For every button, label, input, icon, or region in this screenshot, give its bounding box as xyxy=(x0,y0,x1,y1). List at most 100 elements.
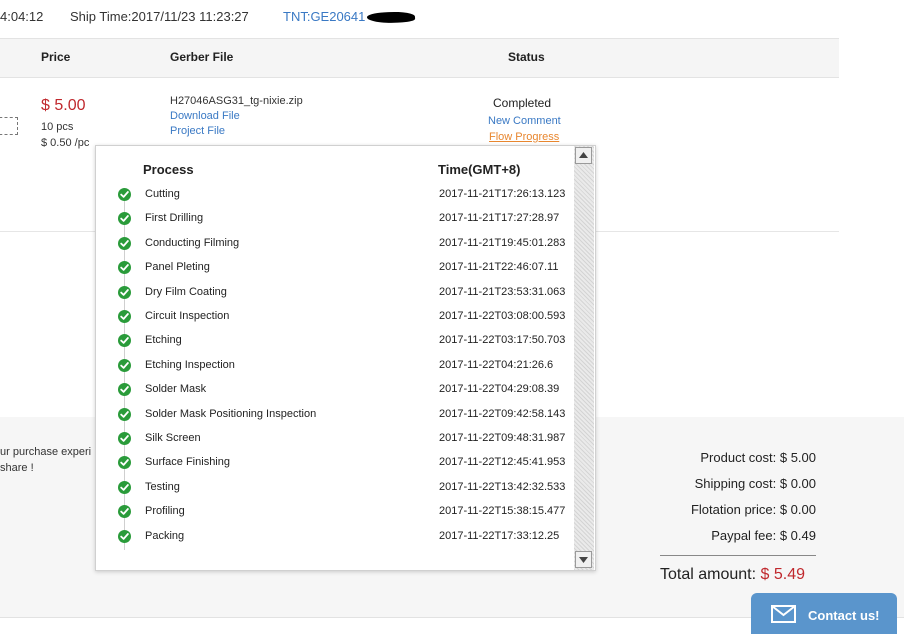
process-step-row: First Drilling 2017-11-21T17:27:28.97 xyxy=(96,209,574,233)
row-unit-price: $ 0.50 /pc xyxy=(41,137,90,149)
check-circle-icon xyxy=(118,407,131,421)
row-quantity: 10 pcs xyxy=(41,121,74,133)
arrow-down-icon xyxy=(579,557,588,563)
process-step-row: Panel Pleting 2017-11-21T22:46:07.11 xyxy=(96,258,574,282)
check-circle-icon xyxy=(118,529,131,543)
row-price: $ 5.00 xyxy=(41,97,86,114)
process-step-name: Conducting Filming xyxy=(145,236,240,249)
contact-us-label: Contact us! xyxy=(808,608,880,623)
flow-progress-popup: Process Time(GMT+8) Cutting 2017-11-21T17… xyxy=(95,145,596,571)
process-step-row: Etching 2017-11-22T03:17:50.703 xyxy=(96,331,574,355)
process-step-name: Silk Screen xyxy=(145,432,201,444)
process-step-time: 2017-11-21T19:45:01.283 xyxy=(439,236,566,249)
flow-progress-link[interactable]: Flow Progress xyxy=(489,131,559,143)
process-step-time: 2017-11-22T17:33:12.25 xyxy=(439,529,560,542)
process-step-name: Packing xyxy=(145,529,185,542)
process-step-row: Dry Film Coating 2017-11-21T23:53:31.063 xyxy=(96,283,574,307)
feedback-text-line2: share ! xyxy=(0,462,34,474)
check-circle-icon xyxy=(118,236,131,250)
status-text: Completed xyxy=(493,96,552,110)
check-circle-icon xyxy=(118,505,131,519)
process-step-time: 2017-11-22T13:42:32.533 xyxy=(439,480,566,493)
check-circle-icon xyxy=(118,358,131,372)
process-step-time: 2017-11-22T09:42:58.143 xyxy=(439,407,566,420)
process-step-time: 2017-11-22T09:48:31.987 xyxy=(439,432,566,444)
ship-time: Ship Time:2017/11/23 11:23:27 xyxy=(70,9,249,24)
process-step-name: Etching Inspection xyxy=(145,358,235,371)
process-step-time: 2017-11-22T04:21:26.6 xyxy=(439,358,554,371)
total-label: Total amount: xyxy=(660,566,757,583)
total-divider xyxy=(660,555,816,556)
arrow-up-icon xyxy=(579,152,588,158)
project-file-link[interactable]: Project File xyxy=(170,125,225,137)
process-step-time: 2017-11-22T12:45:41.953 xyxy=(439,456,566,469)
process-step-row: Cutting 2017-11-21T17:26:13.123 xyxy=(96,185,574,209)
process-step-time: 2017-11-22T04:29:08.39 xyxy=(439,383,560,396)
process-step-time: 2017-11-22T03:08:00.593 xyxy=(439,310,566,322)
popup-scrollbar[interactable] xyxy=(574,146,594,570)
scroll-down-button[interactable] xyxy=(575,551,592,568)
envelope-icon xyxy=(771,605,796,626)
process-step-time: 2017-11-22T15:38:15.477 xyxy=(439,505,566,518)
download-file-link[interactable]: Download File xyxy=(170,110,240,122)
process-step-row: Etching Inspection 2017-11-22T04:21:26.6 xyxy=(96,356,574,380)
redaction-mark xyxy=(367,10,416,25)
process-step-name: Surface Finishing xyxy=(145,456,230,469)
tnt-tracking[interactable]: TNT:GE20641 xyxy=(283,9,416,25)
flotation-price: Flotation price: $ 0.00 xyxy=(690,502,816,517)
process-step-name: Solder Mask xyxy=(145,383,207,396)
process-step-name: Solder Mask Positioning Inspection xyxy=(145,407,317,420)
process-step-row: Surface Finishing 2017-11-22T12:45:41.953 xyxy=(96,453,574,477)
process-list: Process Time(GMT+8) Cutting 2017-11-21T17… xyxy=(96,146,574,570)
check-circle-icon xyxy=(118,285,131,299)
feedback-text-line1: ur purchase experi xyxy=(0,446,92,458)
process-step-name: Profiling xyxy=(145,505,185,518)
check-circle-icon xyxy=(118,432,131,445)
header-gerber-file: Gerber File xyxy=(170,50,234,64)
time-column-header: Time(GMT+8) xyxy=(438,162,521,177)
process-step-name: Cutting xyxy=(145,188,180,200)
process-step-row: Solder Mask Positioning Inspection 2017-1… xyxy=(96,405,574,429)
header-price: Price xyxy=(41,50,71,64)
process-step-time: 2017-11-21T23:53:31.063 xyxy=(439,285,566,298)
process-step-time: 2017-11-21T17:26:13.123 xyxy=(439,188,566,200)
header-status: Status xyxy=(508,50,545,64)
check-circle-icon xyxy=(118,480,131,494)
table-header xyxy=(0,38,839,78)
check-circle-icon xyxy=(118,188,131,201)
check-circle-icon xyxy=(118,310,131,323)
process-step-row: Silk Screen 2017-11-22T09:48:31.987 xyxy=(96,429,574,453)
contact-us-button[interactable]: Contact us! xyxy=(751,593,897,634)
total-value: $ 5.49 xyxy=(760,566,805,583)
paypal-fee: Paypal fee: $ 0.49 xyxy=(711,528,816,543)
process-step-name: Circuit Inspection xyxy=(145,310,230,322)
check-circle-icon xyxy=(118,383,131,397)
process-step-name: First Drilling xyxy=(145,212,204,225)
total-amount: Total amount: $ 5.49 xyxy=(660,566,805,584)
process-step-row: Conducting Filming 2017-11-21T19:45:01.28… xyxy=(96,234,574,258)
process-step-time: 2017-11-21T17:27:28.97 xyxy=(439,212,560,225)
new-comment-link[interactable]: New Comment xyxy=(488,115,561,127)
order-time: 4:04:12 xyxy=(0,9,44,24)
process-step-row: Profiling 2017-11-22T15:38:15.477 xyxy=(96,502,574,526)
shipping-cost: Shipping cost: $ 0.00 xyxy=(694,476,816,491)
tnt-tracking-link[interactable]: TNT:GE20641 xyxy=(283,9,365,24)
process-step-row: Solder Mask 2017-11-22T04:29:08.39 xyxy=(96,380,574,404)
process-step-name: Panel Pleting xyxy=(145,261,210,274)
check-circle-icon xyxy=(118,334,131,348)
process-step-time: 2017-11-22T03:17:50.703 xyxy=(439,334,566,347)
process-step-name: Etching xyxy=(145,334,182,347)
check-circle-icon xyxy=(118,456,131,470)
scroll-up-button[interactable] xyxy=(575,147,592,164)
process-step-name: Dry Film Coating xyxy=(145,285,227,298)
product-cost: Product cost: $ 5.00 xyxy=(700,450,816,465)
process-step-row: Circuit Inspection 2017-11-22T03:08:00.59… xyxy=(96,307,574,331)
process-step-row: Testing 2017-11-22T13:42:32.533 xyxy=(96,478,574,502)
check-circle-icon xyxy=(118,261,131,275)
process-column-header: Process xyxy=(143,162,194,177)
check-circle-icon xyxy=(118,212,131,226)
process-step-time: 2017-11-21T22:46:07.11 xyxy=(439,261,559,274)
process-step-name: Testing xyxy=(145,480,180,493)
select-checkbox[interactable] xyxy=(0,117,18,135)
gerber-file-name: H27046ASG31_tg-nixie.zip xyxy=(170,95,303,107)
